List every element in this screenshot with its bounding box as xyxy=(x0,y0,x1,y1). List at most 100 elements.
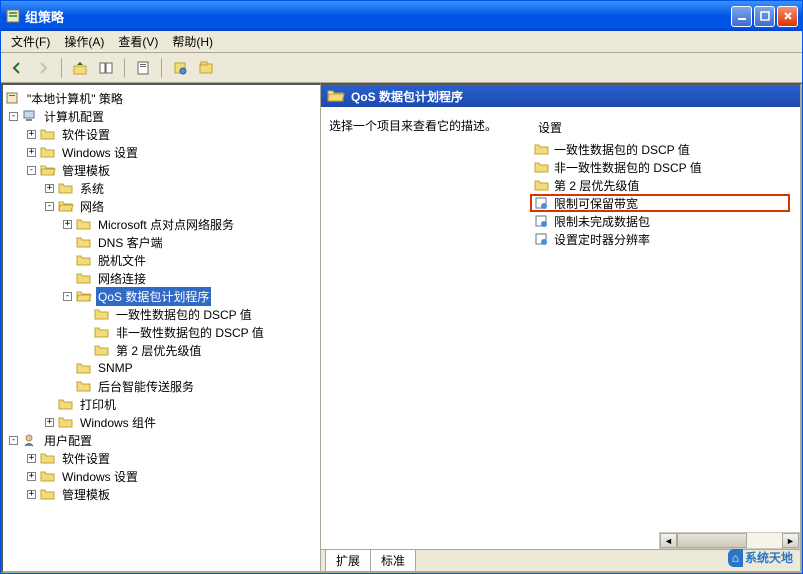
watermark-icon: ⌂ xyxy=(728,549,743,567)
folder-icon xyxy=(76,271,92,285)
template-button[interactable] xyxy=(194,56,218,80)
filter-button[interactable] xyxy=(168,56,192,80)
policy-icon xyxy=(5,91,21,105)
expand-icon[interactable]: + xyxy=(45,418,54,427)
list-item[interactable]: 限制未完成数据包 xyxy=(530,212,790,230)
maximize-button[interactable] xyxy=(754,6,775,27)
collapse-icon[interactable]: - xyxy=(9,112,18,121)
list-item[interactable]: 一致性数据包的 DSCP 值 xyxy=(530,140,790,158)
computer-icon xyxy=(22,109,38,123)
collapse-icon[interactable]: - xyxy=(27,166,36,175)
collapse-icon[interactable]: - xyxy=(9,436,18,445)
folder-icon xyxy=(76,361,92,375)
folder-icon xyxy=(76,217,92,231)
folder-open-icon xyxy=(40,163,56,177)
folder-icon xyxy=(58,415,74,429)
tree-admin-templates[interactable]: -管理模板 xyxy=(3,161,320,179)
tree-software-settings[interactable]: +软件设置 xyxy=(3,125,320,143)
scroll-thumb[interactable] xyxy=(677,533,747,548)
tree-panel[interactable]: "本地计算机" 策略 -计算机配置 +软件设置 +Windows 设置 -管理模… xyxy=(1,83,321,573)
expand-icon[interactable]: + xyxy=(63,220,72,229)
list-item[interactable]: 设置定时器分辨率 xyxy=(530,230,790,248)
tree-user-config[interactable]: -用户配置 xyxy=(3,431,320,449)
tree-network[interactable]: -网络 xyxy=(3,197,320,215)
expand-icon[interactable]: + xyxy=(45,184,54,193)
list-item[interactable]: 非一致性数据包的 DSCP 值 xyxy=(530,158,790,176)
folder-icon xyxy=(94,343,110,357)
collapse-icon[interactable]: - xyxy=(63,292,72,301)
tree-computer-config[interactable]: -计算机配置 xyxy=(3,107,320,125)
expand-icon[interactable]: + xyxy=(27,130,36,139)
tree-snmp[interactable]: SNMP xyxy=(3,359,320,377)
setting-icon xyxy=(534,232,550,246)
tree-offline-files[interactable]: 脱机文件 xyxy=(3,251,320,269)
folder-icon xyxy=(40,127,56,141)
tab-standard[interactable]: 标准 xyxy=(370,550,416,572)
watermark: ⌂系统天地 xyxy=(728,549,793,566)
separator xyxy=(61,58,62,78)
folder-icon xyxy=(534,178,550,192)
tree-ms-p2p[interactable]: +Microsoft 点对点网络服务 xyxy=(3,215,320,233)
properties-button[interactable] xyxy=(131,56,155,80)
close-button[interactable] xyxy=(777,6,798,27)
settings-list: 设置 一致性数据包的 DSCP 值 非一致性数据包的 DSCP 值 第 2 层优… xyxy=(530,115,790,248)
tree-printers[interactable]: 打印机 xyxy=(3,395,320,413)
menu-help[interactable]: 帮助(H) xyxy=(166,31,219,52)
tree-qos[interactable]: -QoS 数据包计划程序 xyxy=(3,287,320,305)
horizontal-scrollbar[interactable]: ◄ ► xyxy=(659,532,800,549)
up-button[interactable] xyxy=(68,56,92,80)
menu-action[interactable]: 操作(A) xyxy=(58,31,110,52)
tree-user-admin-templates[interactable]: +管理模板 xyxy=(3,485,320,503)
expand-icon[interactable]: + xyxy=(27,490,36,499)
tree-user-software[interactable]: +软件设置 xyxy=(3,449,320,467)
minimize-button[interactable] xyxy=(731,6,752,27)
user-icon xyxy=(22,433,38,447)
expand-icon[interactable]: + xyxy=(27,148,36,157)
folder-open-icon xyxy=(58,199,74,213)
expand-icon[interactable]: + xyxy=(27,454,36,463)
menu-file[interactable]: 文件(F) xyxy=(5,31,56,52)
panel-title: QoS 数据包计划程序 xyxy=(351,88,463,105)
collapse-icon[interactable]: - xyxy=(45,202,54,211)
tree-qos-dscp-nonconforming[interactable]: 非一致性数据包的 DSCP 值 xyxy=(3,323,320,341)
scroll-right-button[interactable]: ► xyxy=(782,533,799,548)
expand-icon[interactable]: + xyxy=(27,472,36,481)
separator xyxy=(161,58,162,78)
setting-icon xyxy=(534,196,550,210)
menu-view[interactable]: 查看(V) xyxy=(112,31,164,52)
folder-icon xyxy=(94,307,110,321)
app-icon xyxy=(5,8,21,24)
tree-qos-layer2[interactable]: 第 2 层优先级值 xyxy=(3,341,320,359)
tab-extended[interactable]: 扩展 xyxy=(325,550,371,572)
panel-header: QoS 数据包计划程序 xyxy=(321,85,800,107)
tree-net-connections[interactable]: 网络连接 xyxy=(3,269,320,287)
menubar: 文件(F) 操作(A) 查看(V) 帮助(H) xyxy=(1,31,802,53)
forward-button[interactable] xyxy=(31,56,55,80)
scroll-left-button[interactable]: ◄ xyxy=(660,533,677,548)
tree-windows-settings[interactable]: +Windows 设置 xyxy=(3,143,320,161)
tree-bits[interactable]: 后台智能传送服务 xyxy=(3,377,320,395)
settings-column-header[interactable]: 设置 xyxy=(530,115,790,140)
list-item-highlighted[interactable]: 限制可保留带宽 xyxy=(530,194,790,212)
setting-icon xyxy=(534,214,550,228)
show-hide-tree-button[interactable] xyxy=(94,56,118,80)
back-button[interactable] xyxy=(5,56,29,80)
folder-icon xyxy=(58,181,74,195)
tree-user-windows-settings[interactable]: +Windows 设置 xyxy=(3,467,320,485)
folder-icon xyxy=(76,235,92,249)
details-panel: QoS 数据包计划程序 选择一个项目来查看它的描述。 设置 一致性数据包的 DS… xyxy=(321,83,802,573)
scroll-track[interactable] xyxy=(677,533,782,548)
list-item[interactable]: 第 2 层优先级值 xyxy=(530,176,790,194)
tree-system[interactable]: +系统 xyxy=(3,179,320,197)
tree-root[interactable]: "本地计算机" 策略 xyxy=(3,89,320,107)
tree-windows-components[interactable]: +Windows 组件 xyxy=(3,413,320,431)
folder-icon xyxy=(40,145,56,159)
folder-icon xyxy=(76,253,92,267)
tree-qos-dscp-conforming[interactable]: 一致性数据包的 DSCP 值 xyxy=(3,305,320,323)
folder-icon xyxy=(534,160,550,174)
folder-icon xyxy=(58,397,74,411)
tree-dns-client[interactable]: DNS 客户端 xyxy=(3,233,320,251)
folder-icon xyxy=(40,487,56,501)
folder-icon xyxy=(76,379,92,393)
separator xyxy=(124,58,125,78)
